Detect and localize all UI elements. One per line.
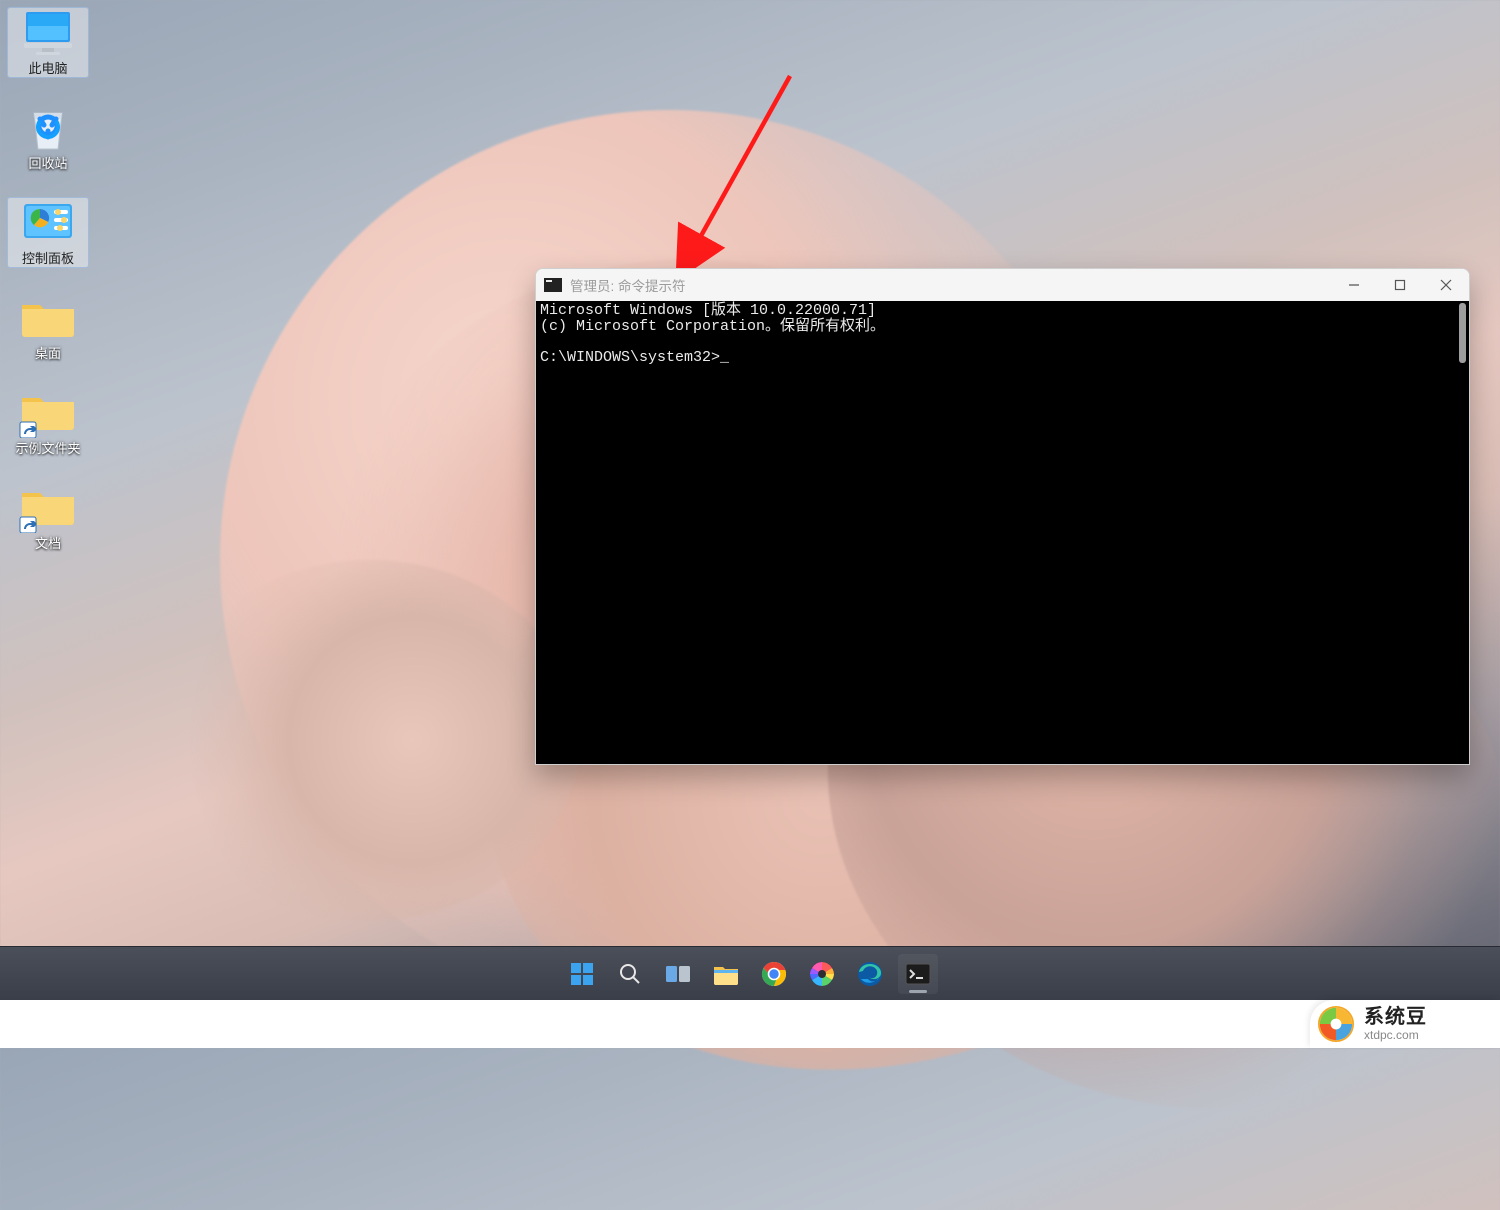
terminal-line: Microsoft Windows [版本 10.0.22000.71]	[540, 302, 876, 319]
desktop-icon-this-pc[interactable]: 此电脑	[8, 8, 88, 77]
close-button[interactable]	[1423, 269, 1469, 301]
terminal-line: (c) Microsoft Corporation。保留所有权利。	[540, 318, 885, 335]
desktop-icon-label: 控制面板	[22, 252, 74, 267]
scrollbar-thumb[interactable]	[1459, 303, 1466, 363]
taskbar-chrome[interactable]	[754, 954, 794, 994]
desktop-icon-label: 文档	[35, 537, 61, 552]
minimize-button[interactable]	[1331, 269, 1377, 301]
desktop-icon-label: 回收站	[28, 157, 67, 172]
watermark-logo-icon	[1318, 1006, 1354, 1042]
image-border	[0, 1000, 1500, 1048]
desktop-icon-control-panel[interactable]: 控制面板	[8, 198, 88, 267]
taskbar-terminal[interactable]	[898, 954, 938, 994]
start-button[interactable]	[562, 954, 602, 994]
recycle-bin-icon	[16, 103, 80, 153]
titlebar[interactable]: 管理员: 命令提示符	[536, 269, 1469, 301]
control-panel-icon	[16, 198, 80, 248]
desktop-icon-label: 此电脑	[28, 62, 67, 77]
desktop-icon-folder-sample[interactable]: 示例文件夹	[8, 388, 88, 457]
taskbar	[0, 946, 1500, 1000]
taskbar-file-explorer[interactable]	[706, 954, 746, 994]
desktop-icon-label: 桌面	[35, 347, 61, 362]
watermark-url: xtdpc.com	[1364, 1029, 1427, 1041]
desktop-icon-grid: 此电脑 回收站	[8, 8, 88, 552]
desktop-icon-recycle-bin[interactable]: 回收站	[8, 103, 88, 172]
watermark-title: 系统豆	[1364, 1007, 1427, 1027]
folder-icon	[16, 293, 80, 343]
this-pc-icon	[16, 8, 80, 58]
watermark: 系统豆 xtdpc.com	[1310, 1000, 1500, 1048]
folder-shortcut-icon	[16, 388, 80, 438]
taskbar-colorwheel-app[interactable]	[802, 954, 842, 994]
desktop-icon-label: 示例文件夹	[15, 442, 80, 457]
taskview-button[interactable]	[658, 954, 698, 994]
search-button[interactable]	[610, 954, 650, 994]
taskbar-edge[interactable]	[850, 954, 890, 994]
cmd-app-icon	[544, 278, 562, 292]
maximize-button[interactable]	[1377, 269, 1423, 301]
folder-shortcut-icon	[16, 483, 80, 533]
terminal-cursor: _	[720, 350, 729, 366]
terminal-output[interactable]: Microsoft Windows [版本 10.0.22000.71] (c)…	[536, 301, 1469, 764]
desktop-icon-folder-documents[interactable]: 文档	[8, 483, 88, 552]
window-title: 管理员: 命令提示符	[570, 275, 686, 295]
command-prompt-window[interactable]: 管理员: 命令提示符 Microsoft Windows [版本 10.0.22…	[535, 268, 1470, 765]
terminal-prompt: C:\WINDOWS\system32>	[540, 349, 720, 366]
desktop-icon-folder-desktop[interactable]: 桌面	[8, 293, 88, 362]
